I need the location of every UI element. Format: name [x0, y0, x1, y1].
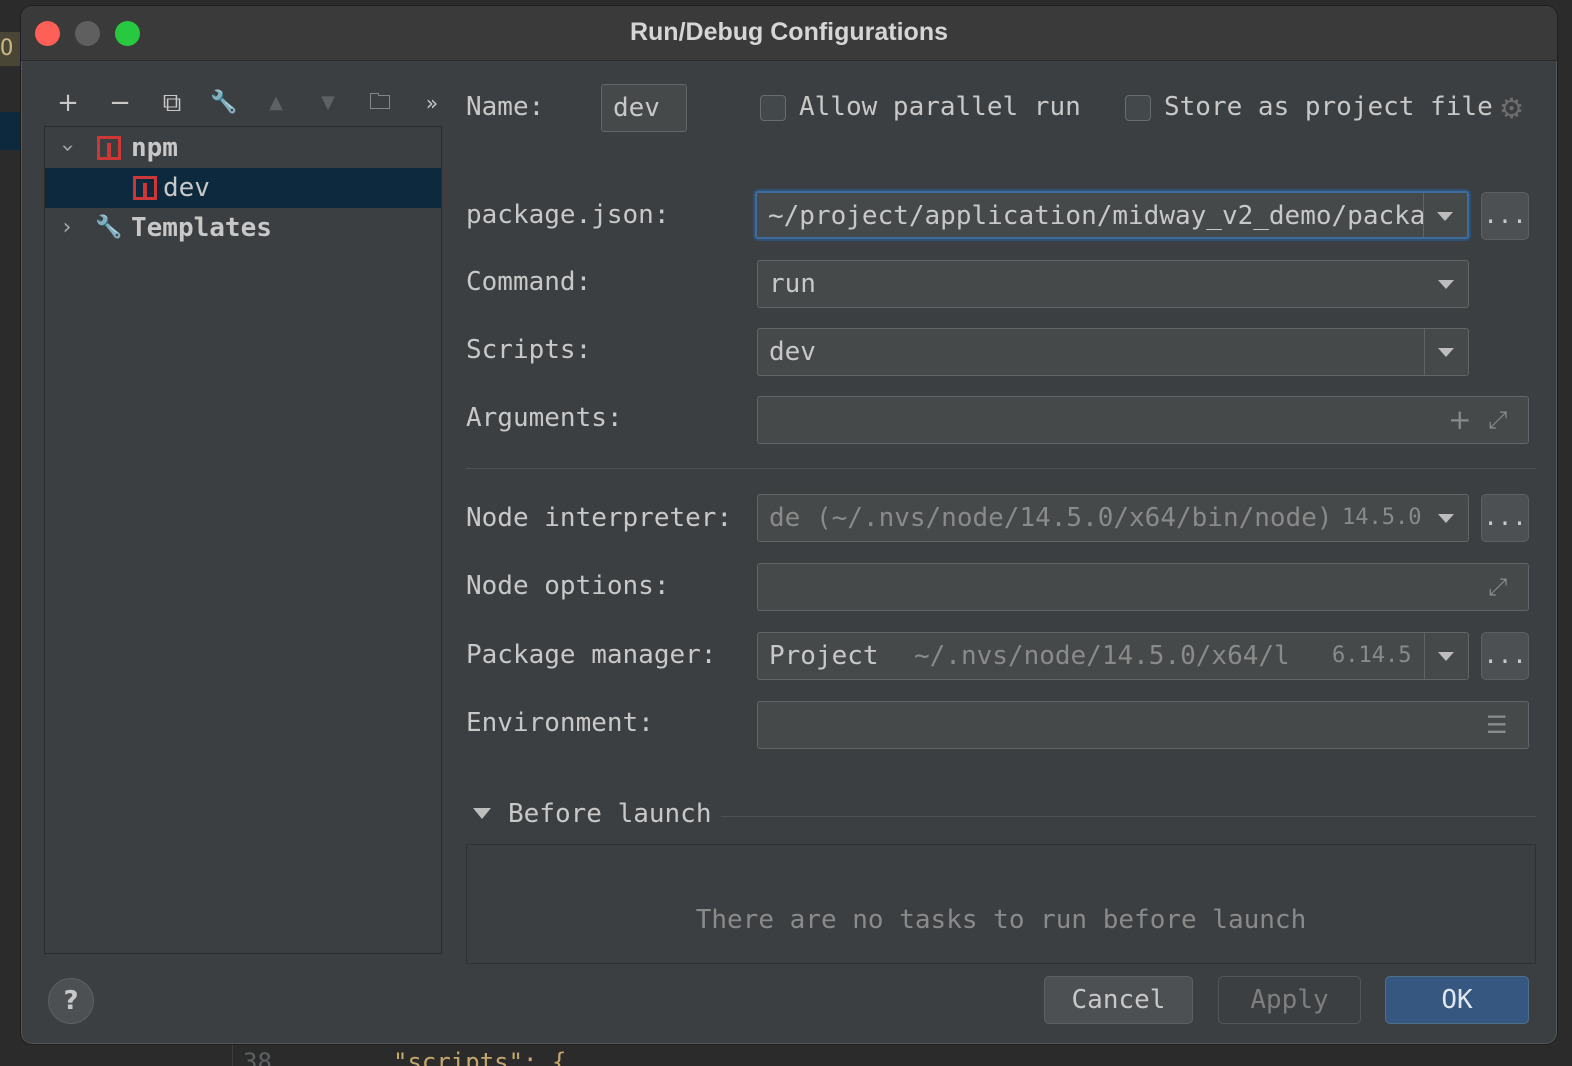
before-launch-separator: [721, 816, 1536, 817]
chevron-right-icon[interactable]: ›: [55, 208, 79, 248]
package-manager-dropdown[interactable]: [1424, 633, 1468, 679]
before-launch-task-list[interactable]: There are no tasks to run before launch: [466, 844, 1536, 964]
node-interpreter-value: de (~/.nvs/node/14.5.0/x64/bin/node): [769, 503, 1333, 533]
tree-item-label: npm: [131, 133, 178, 163]
run-debug-dialog: Run/Debug Configurations + − ⧉ 🔧 ▲ ▼ 🗀 »…: [20, 5, 1558, 1045]
chevron-down-icon: [1438, 348, 1454, 357]
background-code-line: "scripts": {: [393, 1048, 567, 1066]
chevron-down-icon: [1437, 212, 1453, 221]
command-label: Command:: [466, 267, 592, 297]
package-manager-label: Package manager:: [466, 640, 717, 670]
section-separator: [466, 468, 1536, 469]
collapse-icon[interactable]: [473, 808, 491, 819]
command-dropdown[interactable]: [1424, 261, 1468, 307]
package-json-combobox[interactable]: ~/project/application/midway_v2_demo/pac…: [755, 191, 1469, 239]
title-bar: Run/Debug Configurations: [21, 6, 1557, 61]
chevron-down-icon: [1438, 652, 1454, 661]
background-editor-gutter: O: [0, 0, 20, 1066]
allow-parallel-checkbox[interactable]: [760, 95, 786, 121]
config-tree: › npm dev › 🔧 Templates: [44, 126, 442, 954]
npm-icon: [97, 136, 121, 160]
node-interpreter-label: Node interpreter:: [466, 503, 733, 533]
background-editor-code: 38 "scripts": {: [232, 1044, 1572, 1066]
store-project-label[interactable]: Store as project file: [1164, 92, 1493, 122]
edit-environment-icon[interactable]: ☰: [1486, 702, 1508, 748]
package-manager-browse-button[interactable]: ...: [1481, 632, 1529, 680]
package-manager-version: 6.14.5: [1332, 643, 1412, 668]
copy-icon[interactable]: ⧉: [155, 86, 189, 120]
arguments-label: Arguments:: [466, 403, 623, 433]
scripts-value: dev: [769, 337, 816, 367]
wrench-icon: 🔧: [95, 215, 123, 240]
tree-item-npm[interactable]: › npm: [45, 128, 441, 168]
move-up-icon[interactable]: ▲: [259, 86, 293, 120]
scripts-label: Scripts:: [466, 335, 592, 365]
name-input[interactable]: dev: [601, 84, 687, 132]
wrench-icon[interactable]: 🔧: [207, 86, 241, 120]
arguments-input[interactable]: + ⤢: [757, 396, 1529, 444]
move-down-icon[interactable]: ▼: [311, 86, 345, 120]
background-tab-fragment: O: [0, 32, 20, 66]
allow-parallel-label[interactable]: Allow parallel run: [799, 92, 1081, 122]
command-select[interactable]: run: [757, 260, 1469, 308]
chevron-down-icon[interactable]: ›: [47, 136, 87, 160]
node-options-input[interactable]: ⤢: [757, 563, 1529, 611]
node-options-label: Node options:: [466, 571, 670, 601]
node-interpreter-dropdown[interactable]: [1424, 495, 1468, 541]
environment-label: Environment:: [466, 708, 654, 738]
remove-icon[interactable]: −: [103, 86, 137, 120]
new-folder-icon[interactable]: 🗀: [363, 86, 397, 120]
more-actions-icon[interactable]: »: [415, 86, 449, 120]
apply-button[interactable]: Apply: [1218, 976, 1361, 1024]
environment-input[interactable]: ☰: [757, 701, 1529, 749]
scripts-combobox[interactable]: dev: [757, 328, 1469, 376]
chevron-down-icon: [1438, 514, 1454, 523]
ok-button[interactable]: OK: [1385, 976, 1529, 1024]
node-interpreter-browse-button[interactable]: ...: [1481, 494, 1529, 542]
chevron-down-icon: [1438, 280, 1454, 289]
before-launch-label[interactable]: Before launch: [508, 799, 712, 829]
add-macro-icon[interactable]: +: [1448, 397, 1471, 443]
npm-icon: [133, 176, 157, 200]
tree-item-label: dev: [163, 173, 210, 203]
dialog-title: Run/Debug Configurations: [629, 18, 949, 46]
package-manager-value: Project: [769, 641, 879, 671]
help-button[interactable]: ?: [48, 978, 94, 1024]
node-interpreter-version: 14.5.0: [1342, 505, 1422, 530]
scripts-dropdown[interactable]: [1424, 329, 1468, 375]
package-json-dropdown[interactable]: [1423, 193, 1467, 237]
command-value: run: [769, 269, 816, 299]
add-icon[interactable]: +: [51, 86, 85, 120]
gear-icon[interactable]: ⚙: [1499, 92, 1524, 125]
node-interpreter-combobox[interactable]: de (~/.nvs/node/14.5.0/x64/bin/node) 14.…: [757, 494, 1469, 542]
name-label: Name:: [466, 92, 545, 122]
package-manager-combobox[interactable]: Project ~/.nvs/node/14.5.0/x64/l 6.14.5: [757, 632, 1469, 680]
tree-item-dev[interactable]: dev: [45, 168, 441, 208]
expand-icon[interactable]: ⤢: [1488, 397, 1507, 443]
no-tasks-text: There are no tasks to run before launch: [695, 905, 1307, 935]
package-json-label: package.json:: [466, 200, 670, 230]
store-project-checkbox[interactable]: [1125, 95, 1151, 121]
expand-icon[interactable]: ⤢: [1488, 564, 1507, 610]
tree-item-templates[interactable]: › 🔧 Templates: [45, 208, 441, 248]
tree-item-label: Templates: [131, 213, 272, 243]
package-json-browse-button[interactable]: ...: [1481, 192, 1529, 240]
package-manager-path: ~/.nvs/node/14.5.0/x64/l: [914, 641, 1290, 671]
background-line-number: 38: [243, 1048, 272, 1066]
cancel-button[interactable]: Cancel: [1044, 976, 1193, 1024]
package-json-value: ~/project/application/midway_v2_demo/pac…: [768, 201, 1426, 231]
background-selection: [0, 112, 20, 150]
